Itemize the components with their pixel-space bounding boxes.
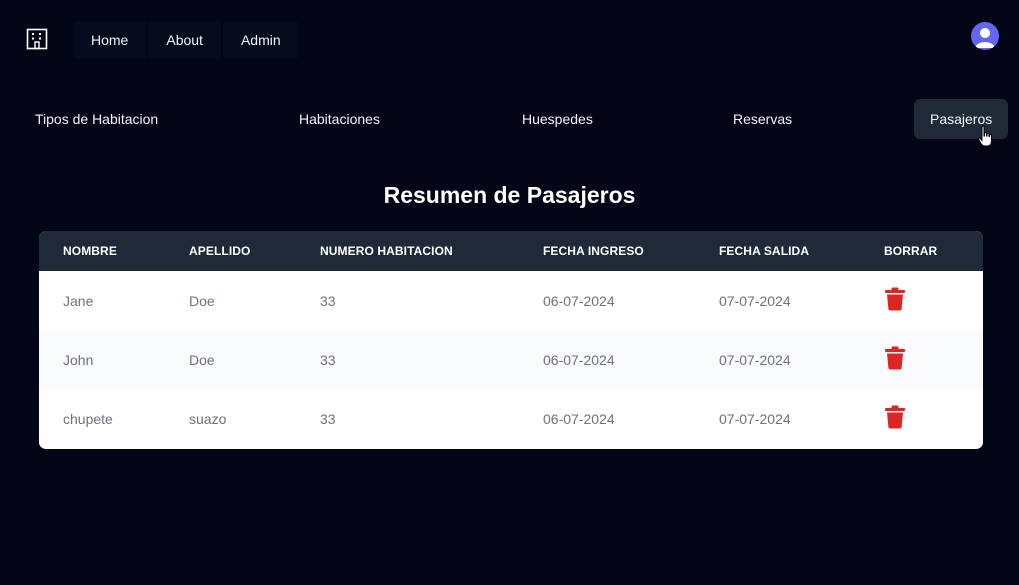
cell-fecha-ingreso: 06-07-2024 (543, 351, 615, 368)
column-header-numero-habitacion: NUMERO HABITACION (320, 244, 453, 258)
table-row: chupete suazo 33 06-07-2024 07-07-2024 (39, 389, 983, 448)
tab-reservas[interactable]: Reservas (733, 99, 792, 139)
table-body: Jane Doe 33 06-07-2024 07-07-2024 John D… (39, 271, 983, 448)
cell-fecha-ingreso: 06-07-2024 (543, 292, 615, 309)
top-navbar: Home About Admin (0, 0, 1019, 80)
column-header-fecha-salida: FECHA SALIDA (719, 244, 810, 258)
table-row: Jane Doe 33 06-07-2024 07-07-2024 (39, 271, 983, 330)
tab-pasajeros[interactable]: Pasajeros (914, 99, 1009, 139)
cell-apellido: Doe (189, 351, 215, 368)
nav-admin-link[interactable]: Admin (222, 21, 299, 59)
table-row: John Doe 33 06-07-2024 07-07-2024 (39, 330, 983, 389)
nav-home-link[interactable]: Home (73, 21, 147, 59)
table-header: NOMBRE APELLIDO NUMERO HABITACION FECHA … (39, 231, 983, 271)
column-header-nombre: NOMBRE (63, 244, 117, 258)
column-header-apellido: APELLIDO (189, 244, 251, 258)
hand-cursor-icon (978, 125, 992, 147)
trash-icon[interactable] (884, 287, 906, 311)
passengers-table: NOMBRE APELLIDO NUMERO HABITACION FECHA … (39, 231, 983, 449)
cell-apellido: Doe (189, 292, 215, 309)
section-tabs: Tipos de Habitacion Habitaciones Huesped… (0, 99, 1019, 139)
cell-nombre: Jane (63, 292, 94, 309)
cell-fecha-salida: 07-07-2024 (719, 351, 791, 368)
main-nav: Home About Admin (73, 21, 299, 59)
cell-habitacion: 33 (320, 292, 336, 309)
cell-fecha-salida: 07-07-2024 (719, 292, 791, 309)
cell-apellido: suazo (189, 410, 227, 427)
cell-fecha-salida: 07-07-2024 (719, 410, 791, 427)
cell-habitacion: 33 (320, 351, 336, 368)
cell-habitacion: 33 (320, 410, 336, 427)
user-avatar-icon[interactable] (971, 22, 999, 50)
column-header-borrar: BORRAR (884, 244, 938, 258)
tab-habitaciones[interactable]: Habitaciones (299, 99, 380, 139)
tab-tipos-de-habitacion[interactable]: Tipos de Habitacion (35, 99, 158, 139)
cell-nombre: chupete (63, 410, 113, 427)
trash-icon[interactable] (884, 346, 906, 370)
cell-nombre: John (63, 351, 94, 368)
trash-icon[interactable] (884, 405, 906, 429)
nav-about-link[interactable]: About (148, 21, 221, 59)
tab-huespedes[interactable]: Huespedes (522, 99, 593, 139)
cell-fecha-ingreso: 06-07-2024 (543, 410, 615, 427)
column-header-fecha-ingreso: FECHA INGRESO (543, 244, 644, 258)
page-title: Resumen de Pasajeros (383, 182, 636, 208)
building-icon[interactable] (26, 28, 48, 50)
